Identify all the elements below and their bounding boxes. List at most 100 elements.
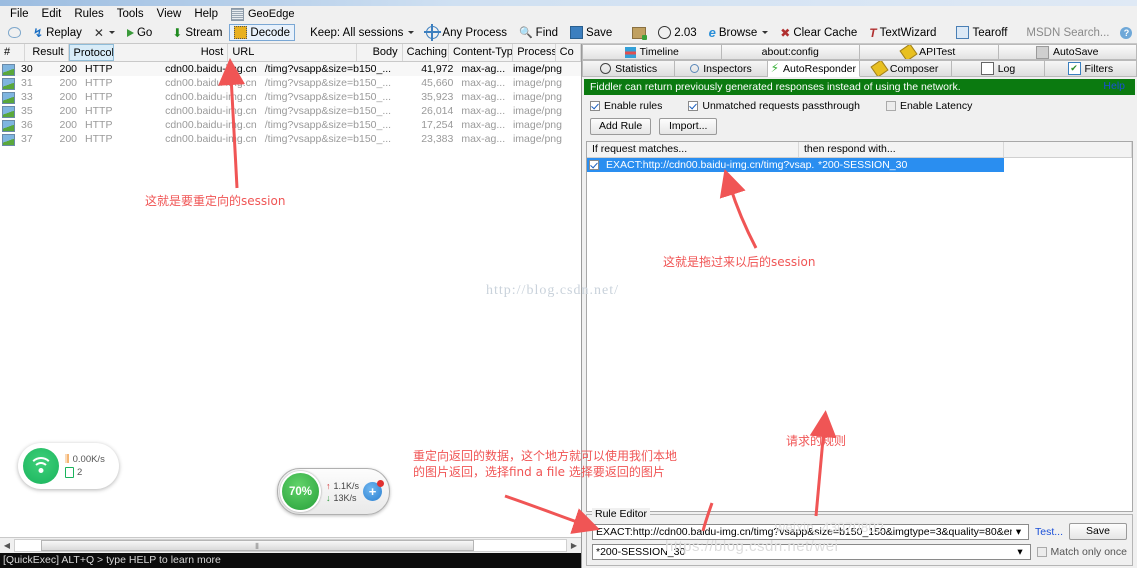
percent-badge[interactable]: 70% [280, 471, 321, 512]
any-process-button[interactable]: Any Process [421, 24, 512, 41]
keep-sessions-dropdown[interactable]: Keep: All sessions [305, 25, 419, 41]
menu-item-file[interactable]: File [4, 7, 35, 21]
table-row[interactable]: 35 200 HTTP cdn00.baidu-img.cn /timg?vsa… [0, 104, 581, 118]
stream-button[interactable]: ⬇ Stream [167, 25, 227, 41]
scroll-left-icon[interactable]: ◀ [0, 541, 14, 550]
cell-body: 45,660 [421, 77, 454, 89]
msdn-help-button[interactable]: ? [1115, 25, 1137, 41]
column-header-caching[interactable]: Caching [403, 44, 449, 61]
tab-autosave[interactable]: AutoSave [998, 44, 1137, 60]
menu-item-view[interactable]: View [151, 7, 188, 21]
menu-item-edit[interactable]: Edit [36, 7, 68, 21]
add-tool-button[interactable]: + [363, 480, 385, 501]
annotation-request-rule: 请求的规则 [786, 434, 847, 448]
tab-autoresponder[interactable]: ⚡ AutoResponder [767, 60, 860, 77]
column-header-protocol[interactable]: Protocol [68, 44, 114, 61]
column-header-co[interactable]: Co [556, 44, 581, 61]
table-row[interactable]: 30 200 HTTP cdn00.baidu-img.cn /timg?vsa… [0, 62, 581, 76]
tab-statistics[interactable]: Statistics [582, 60, 676, 77]
tab-about-config[interactable]: about:config [721, 44, 860, 60]
scrollbar-thumb[interactable]: ⦀ [41, 540, 474, 551]
msdn-search-input[interactable]: MSDN Search... [1022, 26, 1113, 40]
horizontal-scrollbar[interactable]: ◀ ⦀ ▶ [0, 537, 581, 553]
browser-icon: e [708, 25, 716, 40]
column-header-url[interactable]: URL [228, 44, 358, 61]
annotation-line-2: 的图片返回，选择find a file 选择要返回的图片 [413, 465, 665, 479]
tab-timeline[interactable]: Timeline [582, 44, 722, 60]
rule-column-spacer [1004, 142, 1132, 157]
scrollbar-track[interactable]: ⦀ [14, 539, 567, 552]
cell-protocol: HTTP [85, 105, 113, 117]
timer-button[interactable]: 2.03 [653, 24, 701, 41]
save-button[interactable]: Save [565, 24, 617, 41]
network-speed-widget[interactable]: ⫼ 0.00K/s 2 [18, 443, 119, 489]
session-type-icon [2, 106, 15, 118]
autoresponder-options: Enable rules Unmatched requests passthro… [582, 95, 1137, 114]
cell-body: 41,972 [421, 63, 454, 75]
scroll-right-icon[interactable]: ▶ [567, 541, 581, 550]
menu-item-rules[interactable]: Rules [68, 7, 109, 21]
stream-label: Stream [185, 26, 223, 39]
menu-item-help[interactable]: Help [188, 7, 224, 21]
rule-list-header: If request matches... then respond with.… [587, 142, 1132, 158]
clear-cache-button[interactable]: ✖ Clear Cache [775, 25, 862, 41]
rule-row[interactable]: EXACT:http://cdn00.baidu-img.cn/timg?vsa… [587, 158, 1004, 172]
checkbox-icon [688, 101, 699, 111]
screenshot-button[interactable] [627, 25, 651, 41]
decode-button[interactable]: Decode [229, 24, 296, 41]
column-header-num[interactable]: # [0, 44, 26, 61]
enable-rules-checkbox[interactable]: Enable rules [590, 100, 662, 112]
rule-column-match[interactable]: If request matches... [587, 142, 799, 157]
cell-body: 17,254 [421, 119, 454, 131]
find-button[interactable]: 🔍 Find [514, 24, 563, 41]
quickexec-input[interactable]: [QuickExec] ALT+Q > type HELP to learn m… [0, 553, 581, 568]
tab-inspectors[interactable]: Inspectors [675, 60, 768, 77]
chevron-down-icon[interactable]: ▾ [1014, 545, 1027, 559]
test-link[interactable]: Test... [1035, 526, 1063, 538]
textwizard-label: TextWizard [879, 26, 937, 39]
save-label: Save [586, 26, 613, 39]
table-row[interactable]: 37 200 HTTP cdn00.baidu-img.cn /timg?vsa… [0, 132, 581, 146]
composer-icon [870, 61, 889, 76]
browse-button[interactable]: e Browse [704, 24, 774, 41]
chevron-down-icon[interactable]: ▾ [1012, 525, 1025, 539]
textwizard-button[interactable]: T TextWizard [864, 25, 941, 41]
match-only-once-checkbox[interactable]: Match only once [1036, 546, 1127, 558]
go-button[interactable]: Go [122, 25, 157, 41]
tab-filters[interactable]: ✔ Filters [1044, 60, 1137, 77]
tab-label: Filters [1084, 62, 1114, 75]
replay-button[interactable]: ↯ Replay [28, 25, 87, 41]
column-header-host[interactable]: Host [114, 44, 229, 61]
system-speed-widget[interactable]: 70% ↑ 1.1K/s ↓ 13K/s + [277, 468, 390, 515]
table-row[interactable]: 36 200 HTTP cdn00.baidu-img.cn /timg?vsa… [0, 118, 581, 132]
enable-latency-checkbox[interactable]: Enable Latency [885, 100, 972, 112]
rule-save-button[interactable]: Save [1069, 523, 1127, 540]
column-header-content-type[interactable]: Content-Type [449, 44, 514, 61]
menu-item-geoedge[interactable]: GeoEdge [225, 7, 300, 21]
replay-label: Replay [46, 26, 82, 39]
tab-composer[interactable]: Composer [859, 60, 953, 77]
add-rule-button[interactable]: Add Rule [590, 118, 652, 135]
download-speed: 13K/s [333, 492, 357, 503]
column-header-body[interactable]: Body [357, 44, 403, 61]
tearoff-button[interactable]: Tearoff [951, 24, 1012, 41]
menu-item-tools[interactable]: Tools [111, 7, 150, 21]
import-button[interactable]: Import... [659, 118, 718, 135]
tab-log[interactable]: Log [952, 60, 1045, 77]
column-header-process[interactable]: Process [513, 44, 556, 61]
unmatched-passthrough-checkbox[interactable]: Unmatched requests passthrough [688, 100, 860, 112]
tab-apitest[interactable]: APITest [860, 44, 999, 60]
comment-button[interactable] [3, 25, 26, 40]
help-link[interactable]: Help [1097, 80, 1131, 92]
table-row[interactable]: 33 200 HTTP cdn00.baidu-img.cn /timg?vsa… [0, 90, 581, 104]
signal-bars-icon: ⫼ [65, 454, 70, 465]
help-link-wrap[interactable]: Help [1097, 80, 1131, 92]
rule-column-respond[interactable]: then respond with... [799, 142, 1004, 157]
table-row[interactable]: 31 200 HTTP cdn00.baidu-img.cn /timg?vsa… [0, 76, 581, 90]
rule-enabled-checkbox[interactable] [589, 160, 599, 170]
remove-button[interactable]: ✕ [89, 25, 120, 41]
cell-caching: max-ag... [461, 133, 506, 145]
watermark-bottom-right: https://blog.csdn.net/wei [665, 538, 839, 555]
column-header-result[interactable]: Result [25, 44, 69, 61]
main-toolbar: ↯ Replay ✕ Go ⬇ Stream Decode Keep: All … [0, 22, 1137, 44]
